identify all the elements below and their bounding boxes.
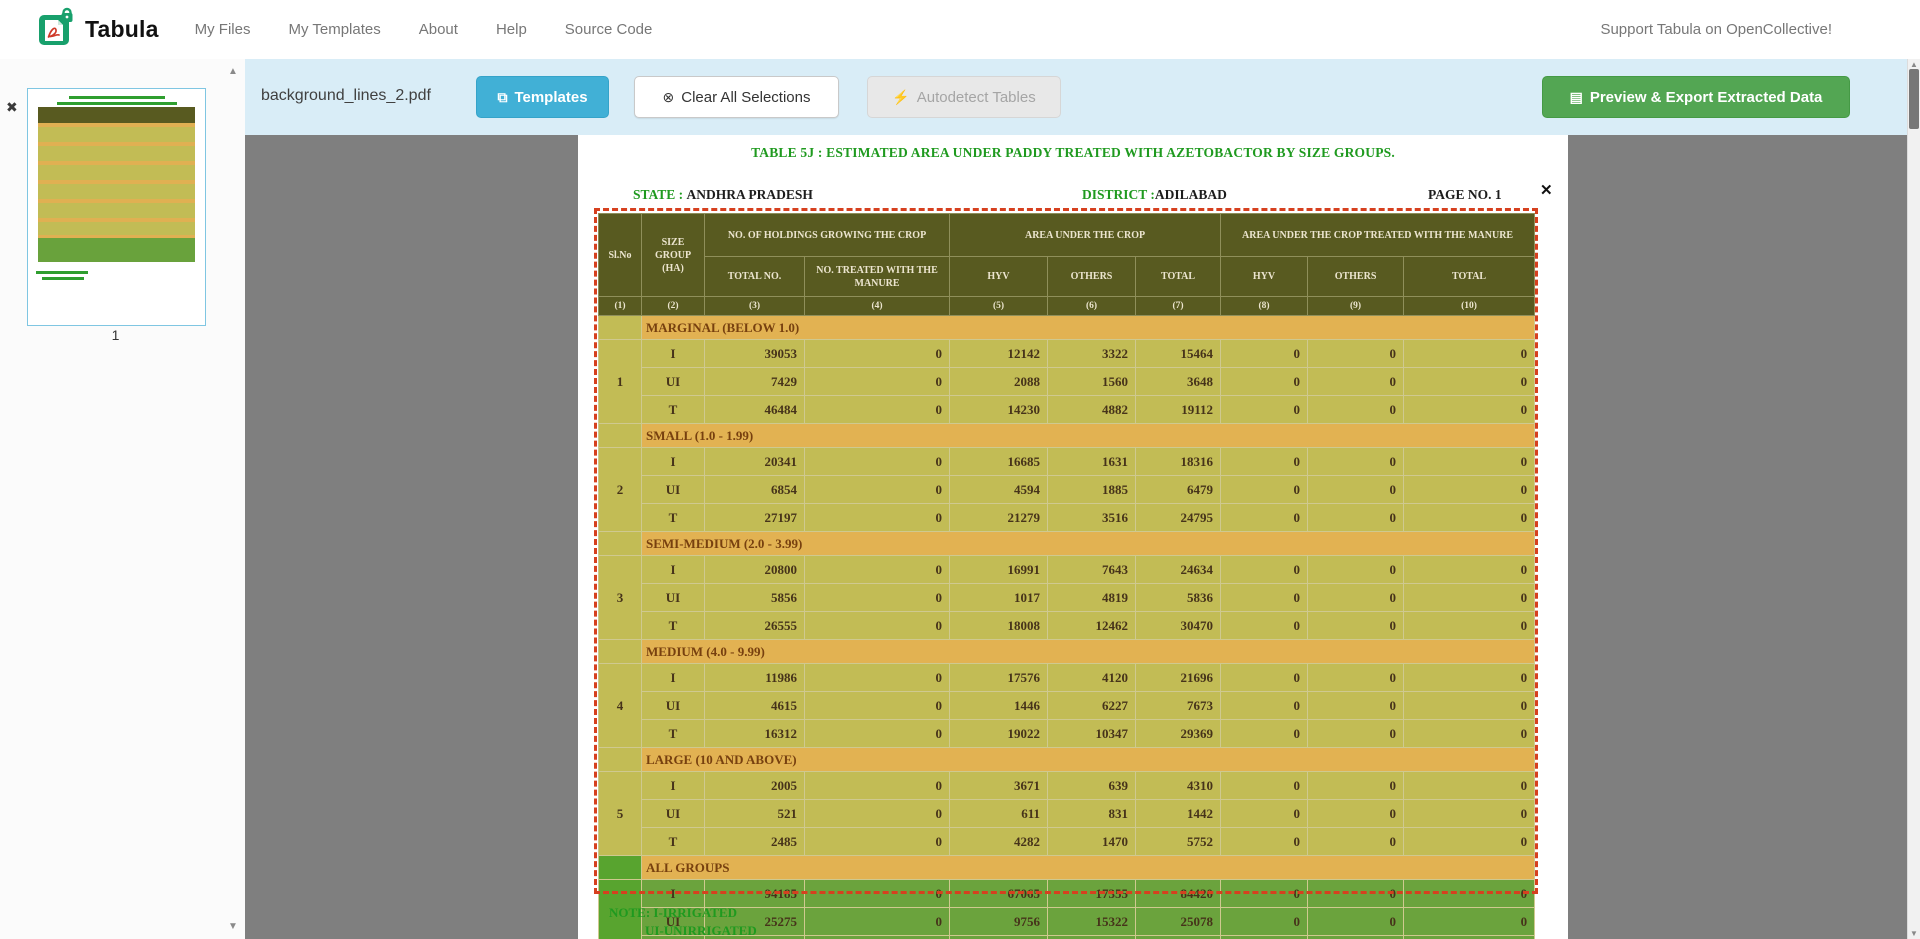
sidebar-scroll-down-icon[interactable]: ▼ [228, 921, 238, 932]
value-cell: 0 [1404, 908, 1535, 936]
main-scrollbar[interactable]: ▲ ▼ [1907, 59, 1920, 939]
page-no-label: PAGE NO. 1 [1428, 187, 1502, 203]
table-icon: ▤ [1570, 90, 1583, 104]
templates-button[interactable]: ⧉ Templates [476, 76, 609, 118]
state-label: STATE : [633, 187, 683, 202]
nav-item-source-code[interactable]: Source Code [565, 21, 653, 38]
page-thumbnail[interactable] [27, 88, 206, 326]
pdf-viewport: TABLE 5J : ESTIMATED AREA UNDER PADDY TR… [245, 135, 1908, 939]
pdf-page[interactable]: TABLE 5J : ESTIMATED AREA UNDER PADDY TR… [578, 135, 1568, 939]
clear-button-label: Clear All Selections [681, 89, 810, 106]
state-value: ANDHRA PRADESH [687, 187, 813, 202]
brand-title[interactable]: Tabula [85, 16, 159, 43]
toolbar: background_lines_2.pdf ⧉ Templates ⊗ Cle… [245, 59, 1908, 135]
scrollbar-down-icon[interactable]: ▼ [1908, 929, 1920, 938]
mini-note-line [36, 271, 88, 274]
brand[interactable]: Tabula [38, 7, 159, 52]
export-button-label: Preview & Export Extracted Data [1590, 89, 1823, 106]
value-cell: 0 [805, 936, 950, 939]
district-line: DISTRICT :ADILABAD [1082, 187, 1227, 203]
value-cell: 0 [1308, 936, 1404, 939]
district-value: ADILABAD [1155, 187, 1227, 202]
thumbnail-page-number[interactable]: 1 [27, 327, 204, 343]
value-cell: 0 [1404, 936, 1535, 939]
value-cell: 0 [1308, 908, 1404, 936]
nav-item-help[interactable]: Help [496, 21, 527, 38]
mini-table-rows [38, 123, 195, 235]
thumb-title-line [69, 96, 165, 99]
tabula-app: Tabula My Files My Templates About Help … [0, 0, 1920, 939]
mini-note-line2 [42, 277, 84, 280]
selection-close-icon[interactable]: ✕ [1540, 181, 1553, 199]
selection-rectangle[interactable] [594, 208, 1538, 894]
support-link[interactable]: Support Tabula on OpenCollective! [1600, 21, 1832, 38]
thumbnail-sidebar: ✖ 1 ▲ ▼ [0, 59, 245, 939]
value-cell: 109498 [1136, 936, 1221, 939]
clear-icon: ⊗ [663, 90, 675, 104]
state-line: STATE : ANDHRA PRADESH [633, 187, 813, 203]
note-line-1: NOTE: I-IRRIGATED [609, 905, 737, 921]
note-line-2: UI-UNIRRIGATED [645, 923, 757, 939]
table-title: TABLE 5J : ESTIMATED AREA UNDER PADDY TR… [578, 145, 1568, 161]
value-cell: 0 [1221, 936, 1308, 939]
value-cell: 9756 [950, 908, 1048, 936]
value-cell: 0 [805, 908, 950, 936]
scrollbar-up-icon[interactable]: ▲ [1908, 60, 1920, 69]
scrollbar-thumb[interactable] [1909, 69, 1919, 129]
nav-links: My Files My Templates About Help Source … [195, 21, 653, 38]
templates-button-label: Templates [514, 89, 587, 106]
value-cell: 25078 [1136, 908, 1221, 936]
document-filename: background_lines_2.pdf [261, 87, 431, 105]
value-cell: 32677 [1048, 936, 1136, 939]
templates-icon: ⧉ [497, 90, 507, 104]
nav-item-my-files[interactable]: My Files [195, 21, 251, 38]
thumb-subtitle-line [57, 102, 177, 105]
lightning-icon: ⚡ [892, 90, 909, 104]
district-label: DISTRICT : [1082, 187, 1155, 202]
value-cell: 15322 [1048, 908, 1136, 936]
autodetect-button-label: Autodetect Tables [917, 89, 1036, 106]
mini-table-header [38, 107, 195, 123]
clear-all-selections-button[interactable]: ⊗ Clear All Selections [634, 76, 839, 118]
value-cell: 76821 [950, 936, 1048, 939]
preview-export-button[interactable]: ▤ Preview & Export Extracted Data [1542, 76, 1850, 118]
tabula-logo-icon [38, 7, 75, 52]
navbar: Tabula My Files My Templates About Help … [0, 0, 1920, 60]
mini-table-totals [38, 235, 195, 262]
nav-item-my-templates[interactable]: My Templates [288, 21, 380, 38]
nav-item-about[interactable]: About [419, 21, 458, 38]
thumbnail-mini-table [38, 107, 195, 259]
autodetect-tables-button[interactable]: ⚡ Autodetect Tables [867, 76, 1061, 118]
value-cell: 0 [1221, 908, 1308, 936]
remove-page-icon[interactable]: ✖ [6, 99, 18, 116]
sidebar-scroll-up-icon[interactable]: ▲ [228, 66, 238, 77]
